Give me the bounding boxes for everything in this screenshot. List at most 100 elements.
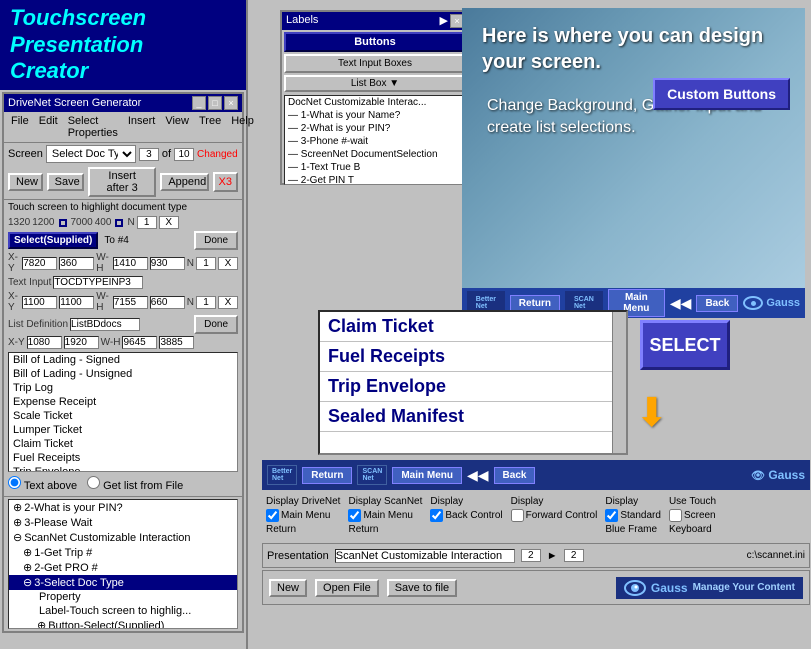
screen-total[interactable] bbox=[174, 148, 194, 161]
list-item-1[interactable]: Bill of Lading - Signed bbox=[9, 353, 237, 367]
sub-list-item-3[interactable]: — 3-Phone #-wait bbox=[285, 135, 465, 148]
n-input1[interactable] bbox=[137, 216, 157, 229]
back-arrow-icon[interactable]: ◀◀ bbox=[670, 295, 692, 312]
list-item-2[interactable]: Bill of Lading - Unsigned bbox=[9, 367, 237, 381]
minimize-btn[interactable]: _ bbox=[192, 96, 206, 110]
list-select-claim[interactable]: Claim Ticket bbox=[320, 312, 626, 342]
pos-arrow-left[interactable] bbox=[59, 219, 67, 227]
ti-w[interactable] bbox=[113, 296, 148, 309]
close-btn[interactable]: × bbox=[224, 96, 238, 110]
select-pos-row: X-Y W-H N bbox=[4, 251, 242, 275]
app-title-bar: Touchscreen Presentation Creator bbox=[0, 0, 246, 90]
ti-y[interactable] bbox=[59, 296, 94, 309]
sub-list-item-6[interactable]: — 2-Get PIN T bbox=[285, 174, 465, 185]
done-btn2[interactable]: Done bbox=[194, 315, 238, 334]
select-btn[interactable]: Select(Supplied) bbox=[8, 232, 98, 249]
ti-n[interactable] bbox=[196, 296, 216, 309]
n-input2[interactable] bbox=[196, 257, 216, 270]
ti-x[interactable] bbox=[22, 296, 57, 309]
main-menu-btn-2[interactable]: Main Menu bbox=[392, 467, 462, 484]
return-btn-2[interactable]: Return bbox=[302, 467, 352, 484]
w-pos2[interactable] bbox=[113, 257, 148, 270]
maximize-btn[interactable]: □ bbox=[208, 96, 222, 110]
tree-node-property[interactable]: Property bbox=[9, 590, 237, 604]
sub-list-item-4[interactable]: — ScreenNet DocumentSelection bbox=[285, 148, 465, 161]
h-pos2[interactable] bbox=[150, 257, 185, 270]
screen-select[interactable]: Select Doc Type bbox=[46, 145, 136, 163]
list-item-8[interactable]: Fuel Receipts bbox=[9, 451, 237, 465]
sub-list-item-1[interactable]: — 1-What is your Name? bbox=[285, 109, 465, 122]
open-file-btn[interactable]: Open File bbox=[315, 579, 379, 597]
back-btn-2[interactable]: Back bbox=[494, 467, 536, 484]
x3-btn[interactable]: X3 bbox=[213, 172, 238, 192]
menu-tree[interactable]: Tree bbox=[196, 114, 224, 140]
pres-num2[interactable] bbox=[564, 549, 584, 562]
text-input-btn[interactable]: Text Input Boxes bbox=[284, 54, 466, 73]
pres-num1[interactable] bbox=[521, 549, 541, 562]
check-forward-control[interactable] bbox=[511, 509, 524, 522]
back-btn-1[interactable]: Back bbox=[696, 295, 738, 312]
x-input2[interactable] bbox=[218, 257, 238, 270]
ld-y[interactable] bbox=[64, 336, 99, 349]
ld-h[interactable] bbox=[159, 336, 194, 349]
insert-after-btn[interactable]: Insert after 3 bbox=[88, 167, 156, 197]
y-pos2[interactable] bbox=[59, 257, 94, 270]
tree-node-scannet[interactable]: ⊖ScanNet Customizable Interaction bbox=[9, 530, 237, 545]
ld-x[interactable] bbox=[27, 336, 62, 349]
x-pos2[interactable] bbox=[22, 257, 57, 270]
tree-node-get-trip[interactable]: ⊕1-Get Trip # bbox=[9, 545, 237, 560]
list-item-9[interactable]: Trip Envelope bbox=[9, 465, 237, 472]
tree-node-1[interactable]: ⊕2-What is your PIN? bbox=[9, 500, 237, 515]
tree-node-select-doc[interactable]: ⊖3-Select Doc Type bbox=[9, 575, 237, 590]
list-item-6[interactable]: Lumper Ticket bbox=[9, 423, 237, 437]
presentation-select[interactable] bbox=[335, 549, 515, 563]
menu-view[interactable]: View bbox=[162, 114, 192, 140]
menu-insert[interactable]: Insert bbox=[125, 114, 159, 140]
ld-w[interactable] bbox=[122, 336, 157, 349]
menu-select-properties[interactable]: Select Properties bbox=[65, 114, 121, 140]
list-item-4[interactable]: Expense Receipt bbox=[9, 395, 237, 409]
screen-number[interactable] bbox=[139, 148, 159, 161]
return-btn-1[interactable]: Return bbox=[510, 295, 560, 312]
x-input1[interactable] bbox=[159, 216, 179, 229]
menu-edit[interactable]: Edit bbox=[36, 114, 61, 140]
check-scannet-main-menu[interactable] bbox=[348, 509, 361, 522]
check-drivenet-main-menu[interactable] bbox=[266, 509, 279, 522]
sub-list-item-0[interactable]: DocNet Customizable Interac... bbox=[285, 96, 465, 109]
ti-x2[interactable] bbox=[218, 296, 238, 309]
new-btn[interactable]: New bbox=[8, 173, 43, 191]
custom-buttons-btn[interactable]: Custom Buttons bbox=[653, 78, 790, 110]
check-standard[interactable] bbox=[605, 509, 618, 522]
text-input-field[interactable] bbox=[53, 276, 143, 289]
radio-text-above[interactable] bbox=[8, 476, 21, 489]
radio-get-list[interactable] bbox=[87, 476, 100, 489]
check-screen-keyboard[interactable] bbox=[669, 509, 682, 522]
menu-help[interactable]: Help bbox=[228, 114, 257, 140]
buttons-btn[interactable]: Buttons bbox=[284, 32, 466, 52]
list-item-3[interactable]: Trip Log bbox=[9, 381, 237, 395]
sub-list-item-5[interactable]: — 1-Text True B bbox=[285, 161, 465, 174]
list-box-btn[interactable]: List Box ▼ bbox=[284, 75, 466, 92]
tree-node-button-select[interactable]: ⊕Button-Select(Supplied) bbox=[9, 618, 237, 629]
list-select-sealed[interactable]: Sealed Manifest bbox=[320, 402, 626, 432]
check-back-control[interactable] bbox=[430, 509, 443, 522]
append-btn[interactable]: Append bbox=[160, 173, 208, 191]
done-btn1[interactable]: Done bbox=[194, 231, 238, 250]
list-select-fuel[interactable]: Fuel Receipts bbox=[320, 342, 626, 372]
save-btn[interactable]: Save bbox=[47, 173, 84, 191]
list-item-7[interactable]: Claim Ticket bbox=[9, 437, 237, 451]
list-scrollbar[interactable] bbox=[612, 312, 626, 453]
tree-node-get-pro[interactable]: ⊕2-Get PRO # bbox=[9, 560, 237, 575]
tree-node-2[interactable]: ⊕3-Please Wait bbox=[9, 515, 237, 530]
select-action-btn[interactable]: SELECT bbox=[640, 320, 730, 370]
save-to-file-btn[interactable]: Save to file bbox=[387, 579, 457, 597]
tree-node-label-touch[interactable]: Label-Touch screen to highlig... bbox=[9, 604, 237, 618]
list-def-field[interactable] bbox=[70, 318, 140, 331]
sub-list-item-2[interactable]: — 2-What is your PIN? bbox=[285, 122, 465, 135]
list-select-trip[interactable]: Trip Envelope bbox=[320, 372, 626, 402]
new-pres-btn[interactable]: New bbox=[269, 579, 307, 597]
ti-h[interactable] bbox=[150, 296, 185, 309]
menu-file[interactable]: File bbox=[8, 114, 32, 140]
pos-arrow-right[interactable] bbox=[115, 219, 123, 227]
list-item-5[interactable]: Scale Ticket bbox=[9, 409, 237, 423]
